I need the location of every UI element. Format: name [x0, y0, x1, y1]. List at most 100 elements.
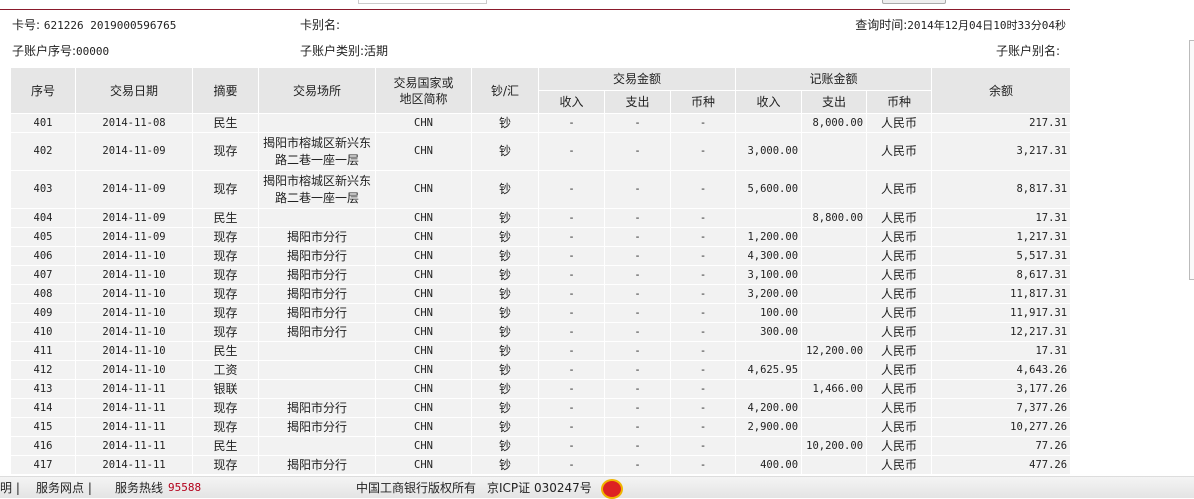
cell-book-income [735, 436, 803, 456]
cell-trade-income: - [538, 170, 605, 209]
cell-trade-expense: - [604, 246, 671, 266]
top-input[interactable] [358, 0, 487, 4]
cell-place: 揭阳市分行 [258, 284, 376, 304]
cell-book-currency: 人民币 [866, 398, 933, 418]
cell-seq: 417 [10, 455, 76, 475]
cell-country: CHN [375, 341, 472, 361]
cell-balance: 77.26 [931, 436, 1072, 456]
cell-summary: 现存 [192, 246, 259, 266]
cell-book-expense [801, 360, 868, 380]
cell-cash: 钞 [471, 398, 539, 418]
cell-place [258, 360, 376, 380]
cell-summary: 民生 [192, 436, 259, 456]
police-emblem-icon [601, 479, 623, 499]
cell-trade-expense: - [604, 417, 671, 437]
sub-account-no: 子账户序号:00000 [12, 44, 110, 58]
cell-place [258, 208, 376, 228]
cell-book-income: 4,300.00 [735, 246, 803, 266]
cell-book-expense [801, 417, 868, 437]
cell-trade-income: - [538, 284, 605, 304]
cell-trade-income: - [538, 246, 605, 266]
cell-seq: 409 [10, 303, 76, 323]
table-row: 414 2014-11-11 现存 揭阳市分行 CHN 钞 - - -4,200.00 人民币 7,… [10, 398, 1072, 418]
cell-book-currency: 人民币 [866, 170, 933, 209]
cell-date: 2014-11-11 [75, 398, 193, 418]
cell-trade-income: - [538, 322, 605, 342]
top-button[interactable] [882, 0, 946, 4]
header-place: 交易场所 [258, 67, 376, 114]
cell-book-income: 4,625.95 [735, 360, 803, 380]
cell-book-currency: 人民币 [866, 303, 933, 323]
cell-place: 揭阳市分行 [258, 398, 376, 418]
cell-seq: 401 [10, 113, 76, 133]
cell-book-currency: 人民币 [866, 132, 933, 171]
cell-book-expense [801, 322, 868, 342]
cell-balance: 8,817.31 [931, 170, 1072, 209]
cell-trade-currency: - [669, 341, 737, 361]
cell-cash: 钞 [471, 113, 539, 133]
cell-country: CHN [375, 360, 472, 380]
cell-cash: 钞 [471, 227, 539, 247]
cell-balance: 8,617.31 [931, 265, 1072, 285]
cell-book-expense: 10,200.00 [801, 436, 868, 456]
cell-trade-expense: - [604, 303, 671, 323]
cell-cash: 钞 [471, 265, 539, 285]
table-row: 408 2014-11-10 现存 揭阳市分行 CHN 钞 - - -3,200.00 人民币 11… [10, 284, 1072, 304]
cell-place: 揭阳市榕城区新兴东路二巷一座一层 [258, 170, 376, 209]
cell-summary: 银联 [192, 379, 259, 399]
cell-cash: 钞 [471, 455, 539, 475]
cell-book-income [735, 113, 803, 133]
cell-country: CHN [375, 436, 472, 456]
footer-statement-link[interactable]: 明 | [0, 477, 20, 499]
cell-country: CHN [375, 398, 472, 418]
cell-trade-currency: - [669, 360, 737, 380]
cell-trade-income: - [538, 379, 605, 399]
table-row: 407 2014-11-10 现存 揭阳市分行 CHN 钞 - - -3,100.00 人民币 8,… [10, 265, 1072, 285]
table-row: 413 2014-11-11 银联 CHN 钞 - - -1,466.00 人民币 3,177.2… [10, 379, 1072, 399]
cell-trade-expense: - [604, 360, 671, 380]
header-country: 交易国家或地区简称 [375, 67, 472, 114]
cell-book-expense: 8,800.00 [801, 208, 868, 228]
cell-book-expense: 8,000.00 [801, 113, 868, 133]
cell-trade-currency: - [669, 132, 737, 171]
footer-hotline-label: 服务热线 [115, 481, 164, 495]
cell-summary: 现存 [192, 455, 259, 475]
cell-cash: 钞 [471, 170, 539, 209]
cell-book-income [735, 208, 803, 228]
cell-date: 2014-11-10 [75, 284, 193, 304]
cell-trade-currency: - [669, 398, 737, 418]
scrollbar[interactable] [1189, 40, 1194, 280]
footer-icp: 京ICP证 030247号 [487, 481, 592, 495]
cell-country: CHN [375, 455, 472, 475]
cell-date: 2014-11-09 [75, 132, 193, 171]
table-row: 412 2014-11-10 工资 CHN 钞 - - -4,625.95 人民币 4,643.2… [10, 360, 1072, 380]
header-book-expense: 支出 [801, 90, 868, 114]
table-row: 402 2014-11-09 现存 揭阳市榕城区新兴东路二巷一座一层 CHN 钞 - - -3,… [10, 132, 1072, 171]
cell-book-expense [801, 303, 868, 323]
cell-book-income [735, 341, 803, 361]
cell-seq: 413 [10, 379, 76, 399]
cell-trade-expense: - [604, 398, 671, 418]
cell-book-income: 4,200.00 [735, 398, 803, 418]
cell-summary: 工资 [192, 360, 259, 380]
cell-seq: 408 [10, 284, 76, 304]
cell-trade-income: - [538, 398, 605, 418]
cell-date: 2014-11-10 [75, 341, 193, 361]
cell-trade-expense: - [604, 265, 671, 285]
cell-date: 2014-11-11 [75, 379, 193, 399]
footer-outlets-link[interactable]: 服务网点 | [36, 477, 92, 499]
cell-trade-expense: - [604, 132, 671, 171]
cell-trade-income: - [538, 436, 605, 456]
cell-book-income: 1,200.00 [735, 227, 803, 247]
cell-date: 2014-11-10 [75, 303, 193, 323]
cell-summary: 现存 [192, 303, 259, 323]
cell-cash: 钞 [471, 303, 539, 323]
cell-book-currency: 人民币 [866, 379, 933, 399]
cell-trade-expense: - [604, 436, 671, 456]
cell-country: CHN [375, 227, 472, 247]
cell-cash: 钞 [471, 132, 539, 171]
cell-book-income: 3,200.00 [735, 284, 803, 304]
cell-book-currency: 人民币 [866, 360, 933, 380]
table-row: 409 2014-11-10 现存 揭阳市分行 CHN 钞 - - -100.00 人民币 11,9… [10, 303, 1072, 323]
cell-trade-expense: - [604, 170, 671, 209]
